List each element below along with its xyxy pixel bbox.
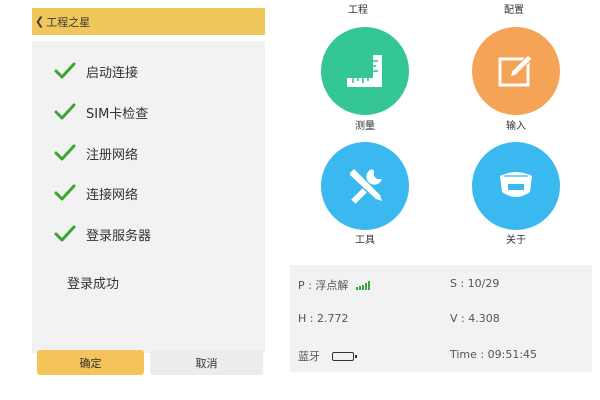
step-connect-network: 连接网络: [54, 183, 138, 203]
battery-icon: [332, 351, 357, 361]
menu-label-about[interactable]: 关于: [476, 231, 556, 246]
menu-label-config[interactable]: 配置: [474, 1, 554, 16]
bluetooth-label: 蓝牙: [298, 350, 320, 363]
step-label: 注册网络: [86, 147, 139, 163]
measure-button[interactable]: [321, 27, 409, 115]
position-status: P : 浮点解: [298, 277, 371, 293]
satellite-count: S : 10/29: [450, 277, 500, 290]
chevron-left-icon[interactable]: ❮: [35, 15, 44, 28]
ruler-icon: [347, 55, 382, 87]
check-icon: [54, 184, 76, 201]
step-label: 连接网络: [86, 187, 139, 203]
check-icon: [54, 225, 76, 242]
step-register-network: 注册网络: [54, 143, 138, 163]
check-icon: [54, 144, 76, 161]
dialog-title: 工程之星: [46, 15, 91, 29]
check-icon: [54, 62, 76, 79]
horizontal-precision: H : 2.772: [298, 312, 349, 325]
connection-dialog: ❮ 工程之星 启动连接 SIM卡检查 注册网络 连接网络 登录服务器 登录成功 …: [32, 8, 265, 380]
edit-icon: [498, 54, 533, 87]
menu-label-measure[interactable]: 测量: [325, 117, 405, 132]
receiver-icon: [500, 172, 532, 197]
step-start-connection: 启动连接: [54, 61, 138, 81]
check-icon: [54, 103, 76, 120]
bluetooth-status: 蓝牙: [298, 348, 357, 364]
about-button[interactable]: [472, 142, 560, 230]
vertical-precision: V : 4.308: [450, 312, 500, 325]
menu-label-input[interactable]: 输入: [476, 117, 556, 132]
menu-label-project[interactable]: 工程: [318, 1, 398, 16]
dialog-body: 启动连接 SIM卡检查 注册网络 连接网络 登录服务器 登录成功: [32, 41, 265, 353]
step-label: 登录服务器: [86, 228, 152, 244]
step-sim-check: SIM卡检查: [54, 102, 148, 122]
step-login-server: 登录服务器: [54, 224, 151, 244]
position-status-text: P : 浮点解: [298, 279, 349, 292]
main-menu: 工程 配置 测量 输入 工具 关于 P: 浮点解 S: 10/29 H: …: [290, 0, 592, 372]
signal-strength-icon: [356, 280, 371, 290]
tools-icon: [350, 169, 382, 204]
input-button[interactable]: [472, 27, 560, 115]
time-display: Time : 09:51:45: [450, 348, 538, 361]
status-panel: P : 浮点解 S : 10/29 H : 2.772 V : 4.308 蓝牙…: [290, 265, 592, 372]
step-label: SIM卡检查: [86, 106, 149, 122]
title-bar: ❮ 工程之星: [32, 8, 265, 35]
tools-button[interactable]: [321, 142, 409, 230]
menu-label-tools[interactable]: 工具: [325, 231, 405, 246]
step-label: 启动连接: [86, 65, 139, 81]
confirm-button[interactable]: 确定: [37, 350, 144, 375]
cancel-button[interactable]: 取消: [150, 350, 263, 375]
result-message: 登录成功: [67, 277, 120, 292]
